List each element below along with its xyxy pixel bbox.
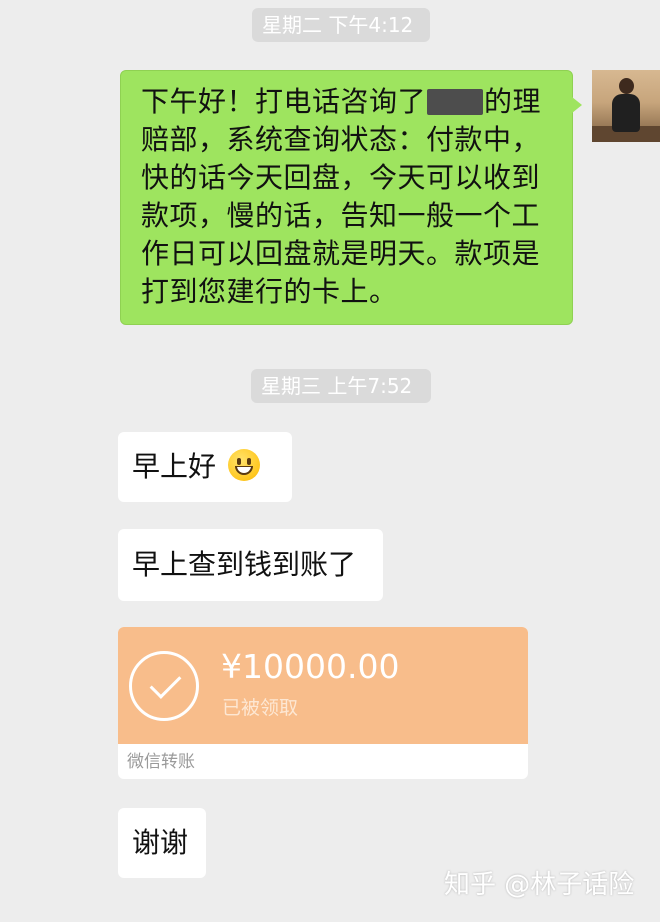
redacted-company-name	[427, 89, 484, 115]
received-message-good-morning[interactable]: 早上好	[118, 432, 292, 502]
transfer-card-header: ¥10000.00 已被领取	[118, 627, 528, 744]
message-line-3: 快的话今天回盘，今天可以收到	[141, 161, 541, 194]
message-line-6: 打到您建行的卡上。	[141, 275, 398, 308]
zhihu-watermark: 知乎 @林子话险	[444, 870, 635, 900]
message-text: 早上好	[132, 450, 217, 483]
message-line-5: 作日可以回盘就是明天。款项是	[141, 237, 541, 270]
message-line-4: 款项，慢的话，告知一般一个工	[141, 199, 541, 232]
grinning-face-emoji-icon	[228, 449, 261, 481]
timestamp-tuesday: 星期二 下午4:12	[252, 8, 430, 42]
avatar-person-head	[619, 78, 634, 94]
timestamp-wednesday: 星期三 上午7:52	[251, 369, 431, 403]
wechat-transfer-card[interactable]: ¥10000.00 已被领取 微信转账	[118, 627, 528, 779]
message-text: 早上查到钱到账了	[132, 548, 357, 581]
message-line-1: 下午好！打电话咨询了 的理	[141, 83, 554, 121]
received-message-money-arrived[interactable]: 早上查到钱到账了	[118, 529, 383, 601]
received-message-thanks[interactable]: 谢谢	[118, 808, 206, 878]
message-line-1-end: 的理	[484, 85, 542, 118]
transfer-status: 已被领取	[222, 697, 299, 719]
message-line-1-start: 下午好！打电话咨询了	[141, 85, 427, 118]
emoji-mouth	[235, 466, 254, 475]
message-line-2: 赔部，系统查询状态：付款中，	[141, 123, 541, 156]
avatar-person-body	[612, 94, 640, 132]
message-text: 谢谢	[132, 826, 189, 859]
sent-message-bubble[interactable]: 下午好！打电话咨询了 的理 赔部，系统查询状态：付款中， 快的话今天回盘，今天可以…	[120, 70, 582, 325]
sender-avatar[interactable]	[592, 70, 660, 142]
transfer-label: 微信转账	[127, 752, 195, 772]
transfer-amount: ¥10000.00	[221, 647, 400, 686]
checkmark-circle-icon	[129, 651, 199, 721]
